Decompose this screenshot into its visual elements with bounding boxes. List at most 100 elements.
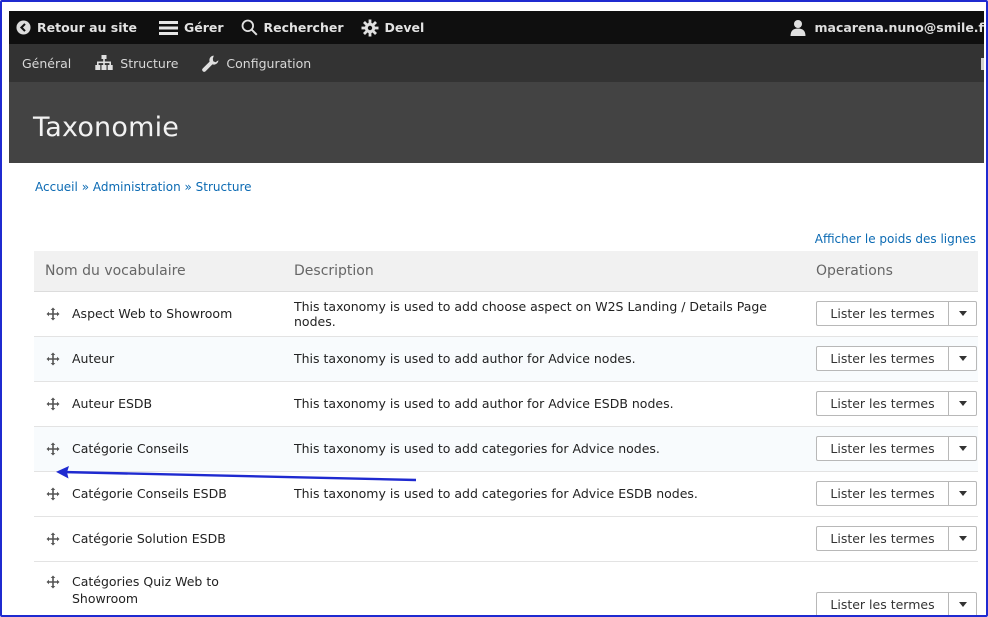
vocab-operations-cell: Lister les termes [806,291,978,337]
list-terms-button[interactable]: Lister les termes [817,593,949,615]
vocab-operations-cell: Lister les termes [806,426,978,472]
operations-toggle[interactable] [949,347,976,370]
back-circle-icon [16,20,31,35]
vocab-name-cell: Auteur ESDB [34,381,284,427]
user-label: macarena.nuno@smile.f [814,20,984,35]
subbar-item-configuration[interactable]: Configuration [190,44,323,82]
caret-down-icon [958,602,967,607]
vocab-description: This taxonomy is used to add author for … [284,336,806,382]
list-terms-button[interactable]: Lister les termes [817,347,949,370]
list-terms-button[interactable]: Lister les termes [817,482,949,505]
table-row: Auteur This taxonomy is used to add auth… [34,336,978,382]
drag-handle-icon[interactable] [46,575,60,589]
operations-dropbutton: Lister les termes [816,526,977,551]
vocab-name: Catégorie Conseils ESDB [72,486,227,501]
operations-toggle[interactable] [949,482,976,505]
column-header-description: Description [284,251,806,292]
operations-toggle[interactable] [949,302,976,325]
list-terms-button[interactable]: Lister les termes [817,437,949,460]
operations-dropbutton: Lister les termes [816,481,977,506]
list-terms-button[interactable]: Lister les termes [817,302,949,325]
caret-down-icon [958,401,967,406]
devel-tab[interactable]: Devel [354,11,435,44]
vocab-name: Catégorie Conseils [72,441,189,456]
column-header-name: Nom du vocabulaire [34,251,284,292]
vocab-name-cell: Catégorie Solution ESDB [34,516,284,562]
column-header-operations: Operations [806,251,978,292]
breadcrumb-home-link[interactable]: Accueil [35,180,78,194]
sitemap-icon [95,55,113,70]
admin-subbar: Général Structure Configuration [9,44,984,82]
hamburger-icon [158,20,178,35]
drag-handle-icon[interactable] [46,397,60,411]
show-row-weights-link[interactable]: Afficher le poids des lignes [815,232,976,246]
caret-down-icon [958,446,967,451]
operations-dropbutton: Lister les termes [816,391,977,416]
search-tab[interactable]: Rechercher [234,11,354,44]
list-terms-button[interactable]: Lister les termes [817,392,949,415]
breadcrumb-admin-link[interactable]: Administration [93,180,181,194]
general-label: Général [22,55,72,71]
subbar-item-general[interactable]: Général [9,44,83,82]
wrench-icon [202,55,219,72]
vocab-name: Catégorie Solution ESDB [72,531,226,546]
operations-dropbutton: Lister les termes [816,346,977,371]
screenshot-frame: Retour au site Gérer Rechercher Devel ma… [0,0,988,617]
vocab-name: Aspect Web to Showroom [72,306,233,321]
operations-toggle[interactable] [949,593,976,615]
admin-toolbar: Retour au site Gérer Rechercher Devel ma… [9,11,984,44]
structure-label: Structure [120,55,179,71]
operations-toggle[interactable] [949,437,976,460]
drag-handle-icon[interactable] [46,307,60,321]
breadcrumb-separator: » [184,180,192,194]
drag-handle-icon[interactable] [46,487,60,501]
table-row: Catégories Quiz Web to Showroom Lister l… [34,561,978,615]
devel-label: Devel [384,20,425,35]
configuration-label: Configuration [226,55,312,71]
operations-dropbutton: Lister les termes [816,436,977,461]
operations-dropbutton: Lister les termes [816,301,977,326]
vocab-description [284,516,806,562]
gear-icon [361,19,379,36]
drag-handle-icon[interactable] [46,352,60,366]
manage-tab[interactable]: Gérer [146,11,234,44]
annotation-arrow-icon [56,466,417,482]
caret-down-icon [958,356,967,361]
breadcrumb-structure-link[interactable]: Structure [196,180,252,194]
table-row: Aspect Web to Showroom This taxonomy is … [34,291,978,337]
drag-handle-icon[interactable] [46,532,60,546]
vocab-operations-cell: Lister les termes [806,516,978,562]
subbar-scroll-edge [981,58,984,70]
vocab-name-cell: Auteur [34,336,284,382]
drag-handle-icon[interactable] [46,442,60,456]
user-icon [790,20,806,36]
operations-toggle[interactable] [949,392,976,415]
list-terms-button[interactable]: Lister les termes [817,527,949,550]
vocab-operations-cell: Lister les termes [806,471,978,517]
vocab-name-cell: Catégories Quiz Web to Showroom [34,561,284,615]
manage-label: Gérer [183,20,224,35]
vocab-operations-cell: Lister les termes [806,381,978,427]
table-row: Auteur ESDB This taxonomy is used to add… [34,381,978,427]
subbar-item-structure[interactable]: Structure [83,44,190,82]
breadcrumb-separator: » [81,180,90,194]
search-label: Rechercher [263,20,344,35]
page-header: Taxonomie [9,82,984,163]
operations-toggle[interactable] [949,527,976,550]
page-title: Taxonomie [33,112,180,143]
caret-down-icon [958,491,967,496]
vocab-description [284,561,806,615]
back-to-site-label: Retour au site [37,20,137,35]
breadcrumb: Accueil » Administration » Structure [35,180,252,194]
vocab-operations-cell: Lister les termes [806,561,978,615]
vocabulary-table: Nom du vocabulaire Description Operation… [34,251,978,615]
vocab-operations-cell: Lister les termes [806,336,978,382]
user-menu[interactable]: macarena.nuno@smile.f [790,11,984,44]
back-to-site-link[interactable]: Retour au site [9,11,147,44]
vocab-name-cell: Aspect Web to Showroom [34,291,284,337]
vocab-description: This taxonomy is used to add author for … [284,381,806,427]
vocab-description: This taxonomy is used to add choose aspe… [284,291,806,337]
table-row: Catégorie Solution ESDB Lister les terme… [34,516,978,562]
search-icon [241,19,258,36]
operations-dropbutton: Lister les termes [816,592,977,615]
